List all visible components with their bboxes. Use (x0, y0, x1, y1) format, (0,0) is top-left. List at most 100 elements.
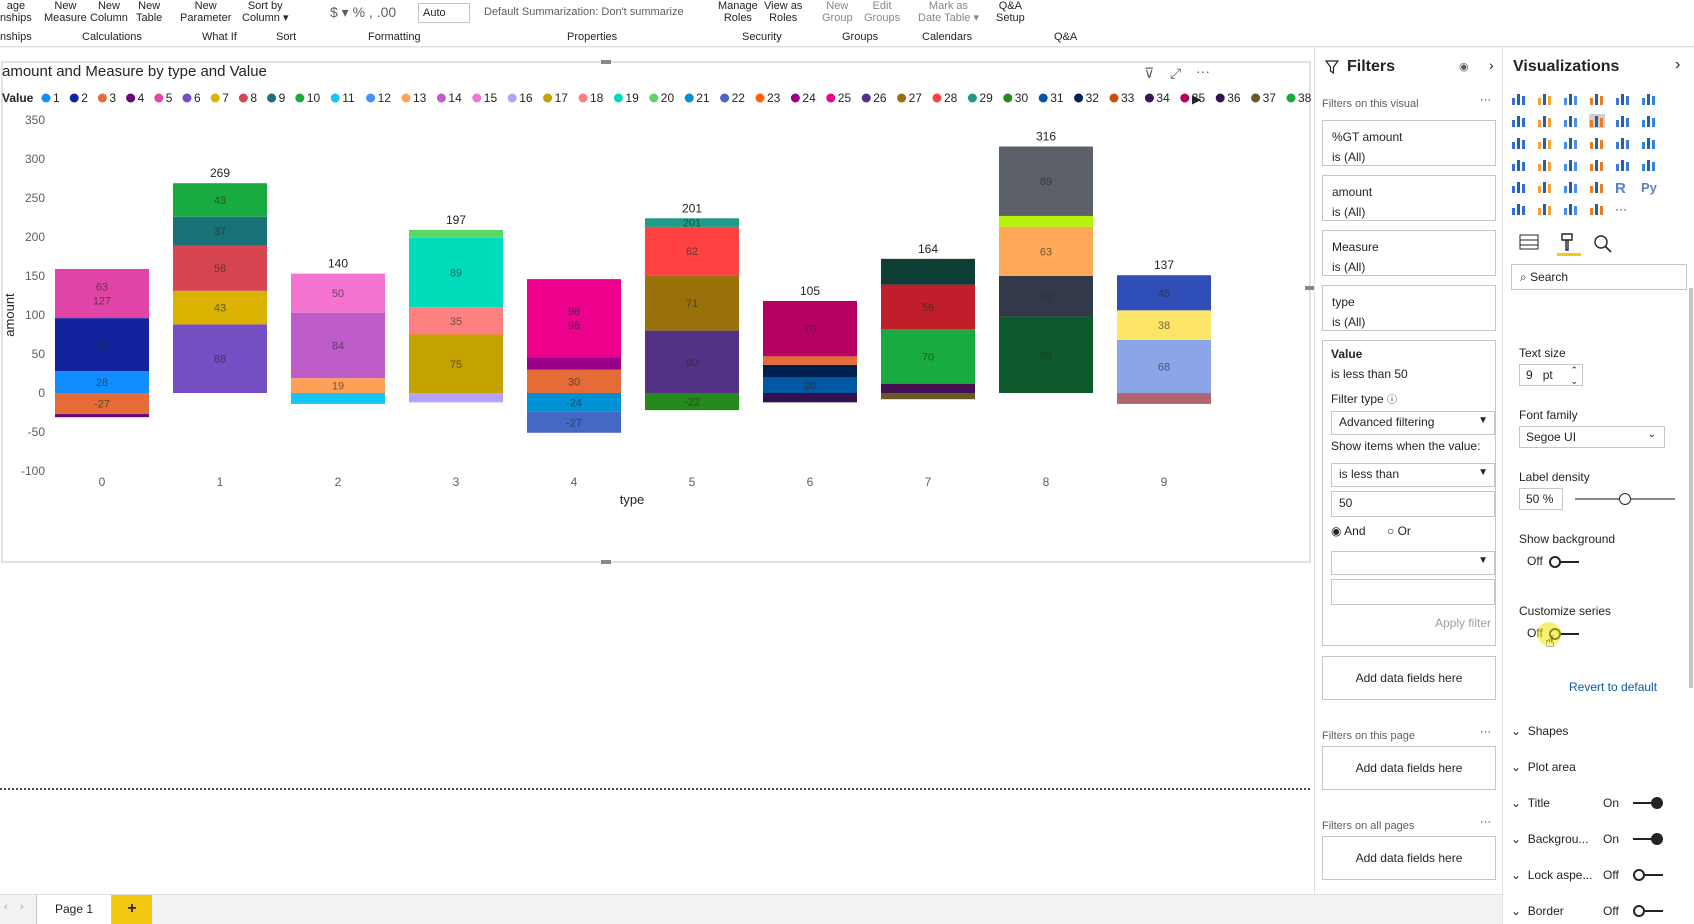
filter-card-type[interactable]: type is (All) (1322, 285, 1496, 331)
filters-visual-more-icon[interactable]: ··· (1480, 94, 1491, 106)
map-icon[interactable] (1641, 136, 1657, 150)
decimal-places-input[interactable]: Auto (418, 3, 470, 23)
more-visuals-icon[interactable]: ··· (1615, 202, 1631, 216)
text-size-input[interactable]: 9 pt ⌃ ⌄ (1519, 364, 1583, 386)
sort-by-column-button[interactable]: Sort by Column ▾ (242, 0, 288, 24)
qa-icon[interactable] (1563, 202, 1579, 216)
pie-icon[interactable] (1563, 136, 1579, 150)
new-measure-button[interactable]: New Measure (44, 0, 87, 24)
edit-groups-button[interactable]: Edit Groups (864, 0, 900, 24)
100-column-icon[interactable] (1641, 92, 1657, 106)
100-bar-icon[interactable] (1615, 92, 1631, 106)
new-parameter-button[interactable]: New Parameter (180, 0, 231, 24)
revert-to-default-link[interactable]: Revert to default (1569, 680, 1657, 694)
card-icon[interactable] (1615, 158, 1631, 172)
new-group-button[interactable]: New Group (822, 0, 853, 24)
toggle-switch[interactable] (1633, 797, 1663, 809)
analytics-tab-icon[interactable] (1593, 234, 1617, 254)
toggle-switch[interactable] (1633, 833, 1663, 845)
shape-map-icon[interactable] (1537, 158, 1553, 172)
default-summarization-dropdown[interactable]: Default Summarization: Don't summarize (484, 6, 684, 18)
slider-handle[interactable] (1619, 493, 1631, 505)
section-background[interactable]: ⌄ Backgrou... On (1511, 828, 1687, 850)
condition-select[interactable]: is less than ▼ (1331, 463, 1495, 487)
condition2-value-input[interactable] (1331, 579, 1495, 605)
section-plot-area[interactable]: ⌄ Plot area (1511, 756, 1687, 778)
stacked-column-chart[interactable]: amount and Measure by type and Value ⊽ ⤢ ··… (0, 48, 1314, 894)
toggle-switch[interactable] (1633, 905, 1663, 917)
filter-card-measure[interactable]: Measure is (All) (1322, 230, 1496, 276)
add-page-filter-field[interactable]: Add data fields here (1322, 746, 1496, 790)
or-radio[interactable]: ○ Or (1387, 524, 1411, 538)
format-search-input[interactable]: ⌕ Search (1511, 264, 1687, 290)
stacked-area-icon[interactable] (1563, 114, 1579, 128)
apply-filter-button[interactable]: Apply filter (1435, 616, 1491, 630)
line-clustered-icon[interactable] (1615, 114, 1631, 128)
line-column-icon[interactable] (1589, 114, 1605, 128)
stacked-bar-icon[interactable] (1511, 92, 1527, 106)
multi-row-card-icon[interactable] (1641, 158, 1657, 172)
filters-all-more-icon[interactable]: ··· (1480, 816, 1491, 828)
scrollbar[interactable] (1689, 288, 1693, 688)
area-chart-icon[interactable] (1537, 114, 1553, 128)
tab-nav-left-icon[interactable]: ‹ (4, 901, 8, 913)
donut-icon[interactable] (1589, 136, 1605, 150)
section-lock-aspect[interactable]: ⌄ Lock aspe... Off (1511, 864, 1687, 886)
and-radio[interactable]: ◉ And (1331, 524, 1366, 538)
font-family-select[interactable]: Segoe UI ⌄ (1519, 426, 1665, 448)
stacked-column-icon[interactable] (1537, 92, 1553, 106)
filter-card-amount[interactable]: amount is (All) (1322, 175, 1496, 221)
treemap-icon[interactable] (1615, 136, 1631, 150)
clustered-column-icon[interactable] (1589, 92, 1605, 106)
show-background-toggle[interactable]: Off (1527, 554, 1579, 568)
line-chart-icon[interactable] (1511, 114, 1527, 128)
waterfall-icon[interactable] (1511, 136, 1527, 150)
relationships-button[interactable]: age nships (0, 0, 32, 24)
condition2-select[interactable]: ▼ (1331, 551, 1495, 575)
r-visual-icon[interactable]: R (1615, 180, 1631, 197)
label-density-slider[interactable] (1575, 493, 1675, 505)
section-title[interactable]: ⌄ Title On (1511, 792, 1687, 814)
filter-card-gt-amount[interactable]: %GT amount is (All) (1322, 120, 1496, 166)
smart-narrative-icon[interactable] (1589, 202, 1605, 216)
format-tab-icon[interactable] (1557, 232, 1581, 256)
section-shapes[interactable]: ⌄ Shapes (1511, 720, 1687, 742)
new-column-button[interactable]: New Column (90, 0, 128, 24)
report-canvas[interactable]: amount and Measure by type and Value ⊽ ⤢ ··… (0, 48, 1314, 894)
decomposition-tree-icon[interactable] (1537, 202, 1553, 216)
python-visual-icon[interactable]: Py (1641, 180, 1657, 195)
add-visual-filter-field[interactable]: Add data fields here (1322, 656, 1496, 700)
clustered-bar-icon[interactable] (1563, 92, 1579, 106)
toggle-switch[interactable] (1633, 869, 1663, 881)
mark-as-date-table-button[interactable]: Mark as Date Table ▾ (918, 0, 979, 24)
fields-tab-icon[interactable] (1519, 234, 1543, 252)
manage-roles-button[interactable]: Manage Roles (718, 0, 758, 24)
condition-value-input[interactable]: 50 (1331, 491, 1495, 517)
qa-setup-button[interactable]: Q&A Setup (996, 0, 1025, 24)
format-symbols[interactable]: $ ▾ % , .00 (330, 5, 396, 19)
add-page-button[interactable]: + (112, 895, 152, 924)
slicer-icon[interactable] (1537, 180, 1553, 194)
filter-card-value[interactable]: Value is less than 50 Filter type ⓘ Adva… (1322, 340, 1496, 646)
table-icon[interactable] (1563, 180, 1579, 194)
funnel-icon[interactable] (1563, 158, 1579, 172)
key-influencers-icon[interactable] (1511, 202, 1527, 216)
tab-page-1[interactable]: Page 1 (36, 895, 112, 924)
tab-nav-right-icon[interactable]: › (20, 901, 24, 913)
filter-type-select[interactable]: Advanced filtering ▼ (1331, 411, 1495, 435)
label-density-input[interactable]: 50 % (1519, 488, 1563, 510)
filled-map-icon[interactable] (1511, 158, 1527, 172)
gauge-icon[interactable] (1589, 158, 1605, 172)
eye-icon[interactable]: ◉ (1459, 60, 1469, 73)
filters-page-more-icon[interactable]: ··· (1480, 726, 1491, 738)
matrix-icon[interactable] (1589, 180, 1605, 194)
scatter-icon[interactable] (1537, 136, 1553, 150)
collapse-chevron-icon[interactable]: › (1489, 57, 1494, 73)
new-table-button[interactable]: New Table (136, 0, 162, 24)
ribbon-chart-icon[interactable] (1641, 114, 1657, 128)
collapse-chevron-icon[interactable]: › (1675, 56, 1680, 74)
add-all-pages-filter-field[interactable]: Add data fields here (1322, 836, 1496, 880)
section-border[interactable]: ⌄ Border Off (1511, 900, 1687, 922)
kpi-icon[interactable] (1511, 180, 1527, 194)
view-as-roles-button[interactable]: View as Roles (764, 0, 802, 24)
